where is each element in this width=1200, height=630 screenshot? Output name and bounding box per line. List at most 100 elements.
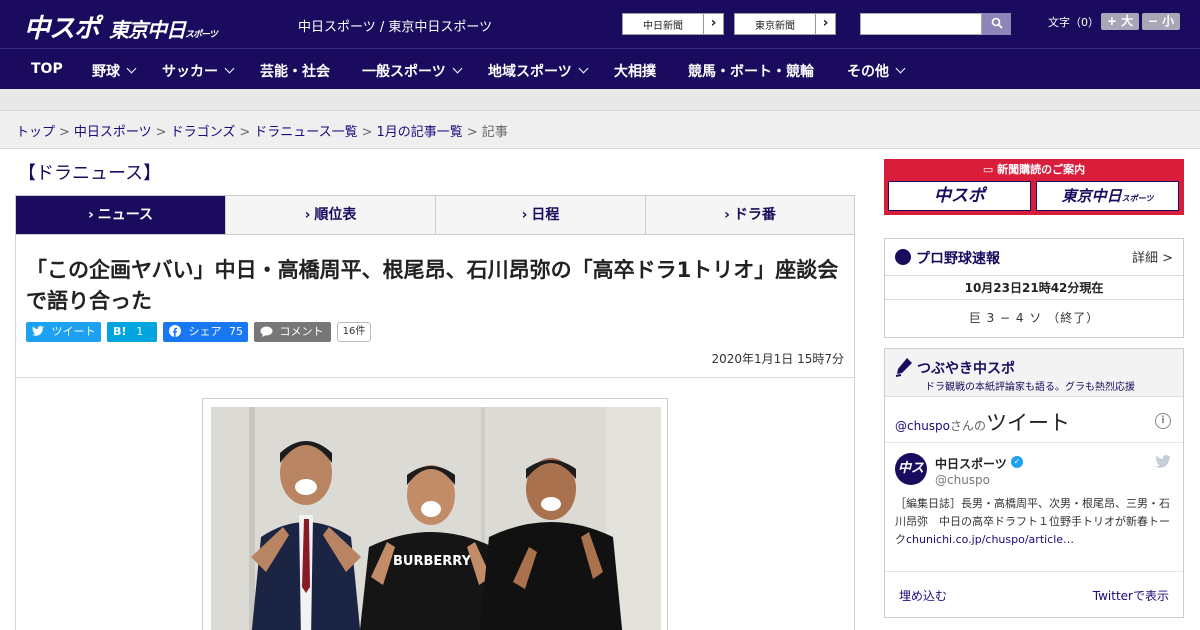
breadcrumb-dora-news-list[interactable]: ドラニュース一覧 — [254, 125, 357, 140]
search-input[interactable] — [860, 13, 982, 35]
comment-label: コメント — [279, 325, 324, 338]
breadcrumb-separator: > — [239, 125, 251, 140]
article-photo[interactable]: BURBERRY — [211, 407, 661, 630]
chevron-down-icon — [452, 63, 463, 74]
publish-date: 2020年1月1日 15時7分 — [711, 352, 844, 366]
twitter-bird-icon[interactable] — [1155, 455, 1171, 468]
chevron-down-icon — [578, 63, 589, 74]
tweet-link[interactable]: chunichi.co.jp/chuspo/article… — [906, 533, 1074, 546]
nav-item-local-sports[interactable]: 地域スポーツ — [488, 61, 589, 81]
tab-dora-ban[interactable]: › ドラ番 — [646, 196, 854, 234]
tweet-share-button[interactable]: ツイート — [26, 322, 101, 342]
pen-icon — [895, 358, 912, 377]
view-on-twitter-link[interactable]: Twitterで表示 — [1093, 587, 1169, 604]
hatena-bookmark-button[interactable]: B! 1 — [107, 322, 157, 342]
font-larger-button[interactable]: + 大 — [1101, 13, 1139, 30]
breadcrumb-chunichi-sports[interactable]: 中日スポーツ — [74, 125, 152, 140]
tokyo-shimbun-label: 東京新聞 — [755, 21, 795, 32]
embed-link[interactable]: 埋め込む — [899, 587, 947, 604]
nav-item-sumo[interactable]: 大相撲 — [614, 61, 656, 81]
nav-item-general-sports[interactable]: 一般スポーツ — [362, 61, 463, 81]
logo-chuspo: 中スポ — [24, 14, 100, 44]
tweets-by-heading: @chuspoさんのツイート — [895, 407, 1070, 437]
nav-label: サッカー — [162, 64, 218, 80]
breadcrumb-current: 記事 — [481, 125, 508, 140]
divider — [885, 442, 1183, 443]
comment-button[interactable]: コメント — [254, 322, 331, 342]
twitter-widget-subtitle: ドラ観戦の本紙評論家も語る。グラも熱烈応援 — [925, 382, 1135, 393]
handle-link[interactable]: @chuspo — [895, 419, 950, 433]
tab-schedule[interactable]: › 日程 — [436, 196, 646, 234]
svg-text:BURBERRY: BURBERRY — [393, 554, 472, 569]
pro-baseball-scores: プロ野球速報 詳細 > 10月23日21時42分現在 巨 3 − 4 ソ （終了… — [884, 238, 1184, 338]
chevron-down-icon — [224, 63, 235, 74]
site-logo[interactable]: 中スポ 東京中日スポーツ — [24, 8, 218, 45]
tweet-screen-name[interactable]: @chuspo — [935, 473, 990, 487]
facebook-count: 75 — [229, 325, 243, 338]
ad-chuspo-logo[interactable]: 中スポ — [888, 181, 1031, 211]
tab-standings[interactable]: › 順位表 — [226, 196, 436, 234]
chunichi-shimbun-button[interactable]: 中日新聞 › — [622, 13, 724, 35]
ad-tokyo-text: 東京中日 — [1061, 187, 1122, 205]
breadcrumb-top[interactable]: トップ — [16, 125, 55, 140]
twitter-widget-title: つぶやき中スポ — [917, 361, 1015, 377]
nav-item-soccer[interactable]: サッカー — [162, 61, 235, 81]
facebook-icon — [169, 325, 181, 337]
chevron-down-icon — [126, 63, 137, 74]
breadcrumb-separator: > — [155, 125, 167, 140]
breadcrumb-separator: > — [361, 125, 373, 140]
nav-item-entertainment[interactable]: 芸能・社会 — [260, 61, 330, 81]
nav-label: 野球 — [92, 64, 120, 80]
hatena-count: 1 — [136, 325, 144, 338]
divider — [16, 377, 854, 378]
facebook-share-button[interactable]: シェア 75 — [163, 322, 248, 342]
tab-bar: › ニュース › 順位表 › 日程 › ドラ番 — [15, 195, 855, 235]
breadcrumb: トップ > 中日スポーツ > ドラゴンズ > ドラニュース一覧 >1月の記事一覧 > 記事 — [16, 121, 508, 140]
nav-label: 競馬・ボート・競輪 — [688, 64, 814, 80]
tweet-account-name[interactable]: 中日スポーツ — [935, 455, 1007, 472]
nav-label: TOP — [31, 61, 63, 77]
logo-sports: スポーツ — [185, 30, 218, 40]
tab-label: ドラ番 — [733, 207, 776, 223]
players-photo: BURBERRY — [211, 407, 661, 630]
search-button[interactable] — [982, 13, 1011, 35]
spacer-band — [0, 89, 1200, 111]
section-title: 【ドラニュース】 — [18, 163, 162, 184]
avatar[interactable]: 中スポ — [895, 453, 927, 508]
comment-count-badge[interactable]: 16件 — [337, 322, 371, 342]
font-smaller-button[interactable]: − 小 — [1142, 13, 1180, 30]
main-nav: TOP 野球 サッカー 芸能・社会 一般スポーツ 地域スポーツ 大相撲 競馬・ボ… — [0, 48, 1200, 89]
site-links[interactable]: 中日スポーツ / 東京中日スポーツ — [298, 16, 492, 35]
font-size-label: 文字（0） — [1048, 16, 1099, 29]
score-line[interactable]: 巨 3 − 4 ソ （終了） — [885, 309, 1183, 326]
chevron-right-icon: › — [521, 207, 528, 223]
search-icon — [991, 17, 1003, 29]
chevron-right-icon: › — [304, 207, 311, 223]
tweet-text: ［編集日誌］長男・高橋周平、次男・根尾昂、三男・石川昂弥 中日の高卒ドラフト１位… — [895, 495, 1175, 549]
nav-item-baseball[interactable]: 野球 — [92, 61, 137, 81]
breadcrumb-separator: > — [466, 125, 478, 140]
tab-news[interactable]: › ニュース — [16, 196, 226, 234]
tokyo-shimbun-button[interactable]: 東京新聞 › — [734, 13, 836, 35]
tab-label: 順位表 — [314, 207, 357, 223]
nav-item-other[interactable]: その他 — [847, 61, 906, 81]
tab-label: 日程 — [531, 207, 560, 223]
tweet-label: ツイート — [51, 325, 96, 338]
article-headline: 「この企画ヤバい」中日・高橋周平、根尾昂、石川昂弥の「高卒ドラ1トリオ」座談会で… — [26, 258, 839, 313]
top-header: 中スポ 東京中日スポーツ 中日スポーツ / 東京中日スポーツ 中日新聞 › 東京新… — [0, 0, 1200, 48]
nav-item-top[interactable]: TOP — [31, 61, 63, 77]
ad-tokyo-logo[interactable]: 東京中日スポーツ — [1036, 181, 1179, 211]
info-icon[interactable]: i — [1155, 413, 1171, 429]
chevron-right-icon: › — [87, 207, 94, 223]
scores-detail-link[interactable]: 詳細 > — [1132, 247, 1173, 266]
breadcrumb-january-list[interactable]: 1月の記事一覧 — [377, 125, 463, 140]
breadcrumb-dragons[interactable]: ドラゴンズ — [171, 125, 236, 140]
subscription-ad[interactable]: ▭ 新聞購読のご案内 中スポ 東京中日スポーツ — [884, 159, 1184, 215]
baseball-icon — [895, 249, 911, 265]
nav-label: 地域スポーツ — [488, 64, 572, 80]
twitter-bird-icon — [32, 326, 44, 336]
nav-item-racing[interactable]: 競馬・ボート・競輪 — [688, 61, 814, 81]
nav-label: その他 — [847, 64, 889, 80]
scores-title: プロ野球速報 — [916, 251, 1000, 267]
tab-label: ニュース — [97, 207, 154, 223]
